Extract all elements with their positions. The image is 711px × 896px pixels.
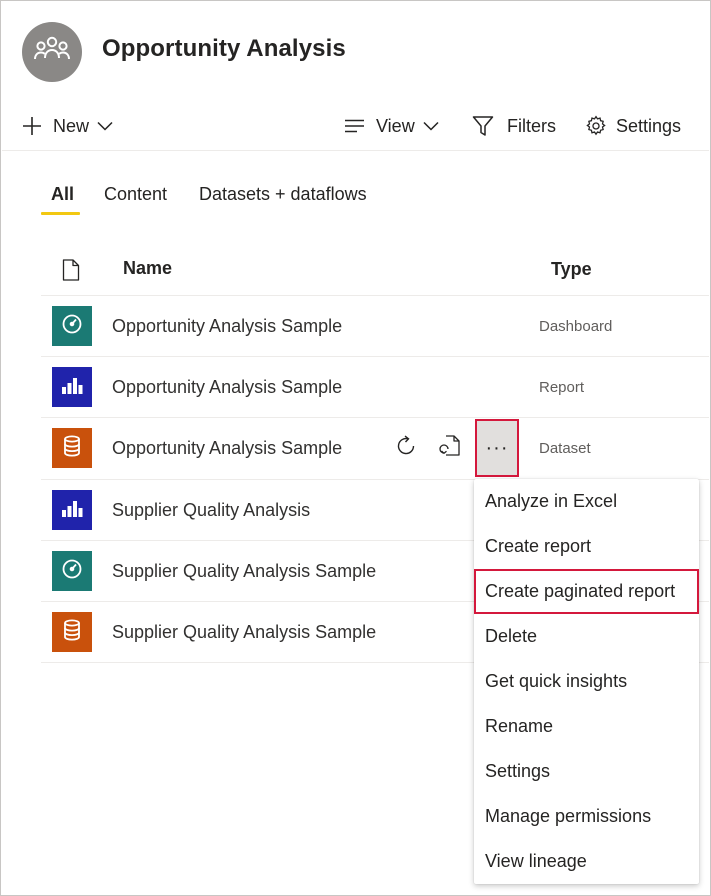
- dataset-tile: [52, 428, 92, 468]
- workspace-window: Opportunity Analysis New View Filters Se…: [0, 0, 711, 896]
- schedule-refresh-button[interactable]: [437, 433, 465, 463]
- row-type: Report: [539, 379, 585, 396]
- row-name[interactable]: Supplier Quality Analysis Sample: [112, 561, 376, 582]
- dashboard-tile: [52, 551, 92, 591]
- settings-button[interactable]: Settings: [585, 111, 681, 141]
- report-tile: [52, 490, 92, 530]
- row-name[interactable]: Opportunity Analysis Sample: [112, 316, 342, 337]
- menu-item-delete[interactable]: Delete: [474, 614, 699, 659]
- row-name[interactable]: Supplier Quality Analysis: [112, 500, 310, 521]
- schedule-refresh-icon: [439, 434, 463, 463]
- dataset-icon: [63, 619, 81, 646]
- dataset-icon: [63, 435, 81, 462]
- tab-all[interactable]: All: [51, 184, 74, 205]
- row-name[interactable]: Supplier Quality Analysis Sample: [112, 622, 376, 643]
- menu-item-create-paginated-report[interactable]: Create paginated report: [474, 569, 699, 614]
- dashboard-icon: [61, 558, 83, 585]
- workspace-avatar: [22, 22, 82, 82]
- lines-icon: [344, 119, 365, 133]
- new-button[interactable]: New: [22, 111, 113, 141]
- column-header-name[interactable]: Name: [123, 258, 172, 279]
- dataset-tile: [52, 612, 92, 652]
- toolbar-divider: [2, 150, 709, 151]
- chevron-down-icon: [97, 121, 113, 131]
- table-row[interactable]: Opportunity Analysis Sample ··· Dataset: [41, 418, 709, 479]
- refresh-icon: [394, 434, 418, 463]
- menu-item-view-lineage[interactable]: View lineage: [474, 839, 699, 884]
- filters-button[interactable]: Filters: [472, 111, 556, 141]
- menu-item-create-report[interactable]: Create report: [474, 524, 699, 569]
- plus-icon: [22, 116, 42, 136]
- table-row[interactable]: Opportunity Analysis Sample Report: [41, 357, 709, 418]
- table-row[interactable]: Opportunity Analysis Sample Dashboard: [41, 296, 709, 357]
- column-header-type[interactable]: Type: [551, 259, 592, 280]
- view-button-label: View: [376, 115, 415, 136]
- row-type: Dataset: [539, 440, 591, 457]
- workspace-title: Opportunity Analysis: [102, 35, 346, 62]
- report-icon: [61, 375, 83, 400]
- row-name[interactable]: Opportunity Analysis Sample: [112, 377, 342, 398]
- view-button[interactable]: View: [344, 111, 439, 141]
- menu-item-manage-permissions[interactable]: Manage permissions: [474, 794, 699, 839]
- dashboard-icon: [61, 313, 83, 340]
- people-group-icon: [32, 33, 72, 72]
- row-type: Dashboard: [539, 318, 613, 335]
- menu-item-analyze-in-excel[interactable]: Analyze in Excel: [474, 479, 699, 524]
- refresh-button[interactable]: [392, 433, 420, 463]
- chevron-down-icon: [423, 121, 439, 131]
- filters-button-label: Filters: [507, 115, 556, 136]
- new-button-label: New: [53, 115, 90, 136]
- tab-datasets-dataflows[interactable]: Datasets + dataflows: [199, 184, 367, 205]
- active-tab-underline: [41, 212, 80, 215]
- more-options-button[interactable]: ···: [475, 419, 519, 477]
- menu-item-get-quick-insights[interactable]: Get quick insights: [474, 659, 699, 704]
- report-icon: [61, 498, 83, 523]
- gear-icon: [585, 115, 607, 137]
- report-tile: [52, 367, 92, 407]
- menu-item-rename[interactable]: Rename: [474, 704, 699, 749]
- tab-content[interactable]: Content: [104, 184, 167, 205]
- filter-icon: [472, 115, 494, 137]
- more-options-menu: Analyze in Excel Create report Create pa…: [474, 479, 699, 884]
- file-icon: [62, 259, 80, 286]
- dashboard-tile: [52, 306, 92, 346]
- menu-item-settings[interactable]: Settings: [474, 749, 699, 794]
- row-name[interactable]: Opportunity Analysis Sample: [112, 438, 342, 459]
- settings-button-label: Settings: [616, 115, 682, 136]
